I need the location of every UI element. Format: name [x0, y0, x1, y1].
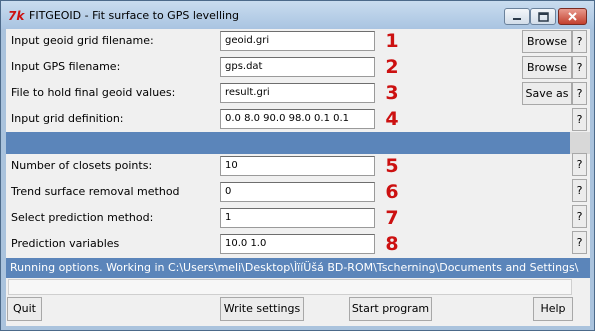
- grid-definition-input[interactable]: 0.0 8.0 90.0 98.0 0.1 0.1: [220, 109, 375, 129]
- help-closest-button[interactable]: ?: [572, 153, 587, 176]
- gps-file-input[interactable]: gps.dat: [220, 57, 375, 77]
- minimize-button[interactable]: [504, 8, 530, 25]
- marker-6: 6: [385, 181, 399, 203]
- grid-definition-label: Input grid definition:: [11, 112, 124, 125]
- geoid-grid-label: Input geoid grid filename:: [11, 34, 154, 47]
- close-icon: [568, 12, 577, 21]
- closest-points-input[interactable]: 10: [220, 156, 375, 176]
- marker-7: 7: [385, 207, 399, 229]
- write-settings-button[interactable]: Write settings: [220, 297, 304, 321]
- save-as-button[interactable]: Save as: [522, 82, 572, 105]
- marker-4: 4: [385, 108, 399, 130]
- form-area: Input geoid grid filename: geoid.gri 1 B…: [6, 29, 590, 326]
- minimize-icon: [513, 17, 521, 20]
- quit-button[interactable]: Quit: [7, 297, 42, 321]
- help-result-button[interactable]: ?: [572, 82, 587, 105]
- separator-scroll-stub: [570, 132, 590, 154]
- marker-1: 1: [385, 30, 399, 52]
- section-separator: [6, 132, 570, 154]
- close-button[interactable]: [558, 8, 587, 25]
- result-file-label: File to hold final geoid values:: [11, 86, 176, 99]
- browse-geoid-button[interactable]: Browse: [522, 30, 572, 53]
- progress-area: [8, 279, 572, 295]
- tk-app-icon: 7k: [8, 9, 25, 23]
- help-grid-button[interactable]: ?: [572, 108, 587, 131]
- marker-5: 5: [385, 155, 399, 177]
- status-bar: Running options. Working in C:\Users\mel…: [6, 258, 590, 278]
- closest-points-label: Number of closets points:: [11, 159, 153, 172]
- prediction-variables-label: Prediction variables: [11, 237, 120, 250]
- help-variables-button[interactable]: ?: [572, 231, 587, 254]
- maximize-icon: [537, 11, 549, 22]
- marker-8: 8: [385, 233, 399, 255]
- marker-3: 3: [385, 82, 399, 104]
- help-gps-button[interactable]: ?: [572, 56, 587, 79]
- geoid-grid-input[interactable]: geoid.gri: [220, 31, 375, 51]
- maximize-button[interactable]: [530, 8, 556, 25]
- help-button[interactable]: Help: [533, 297, 573, 321]
- help-geoid-button[interactable]: ?: [572, 30, 587, 53]
- trend-method-input[interactable]: 0: [220, 182, 375, 202]
- browse-gps-button[interactable]: Browse: [522, 56, 572, 79]
- help-prediction-method-button[interactable]: ?: [572, 205, 587, 228]
- help-trend-button[interactable]: ?: [572, 179, 587, 202]
- window-title: FITGEOID - Fit surface to GPS levelling: [29, 9, 240, 22]
- title-bar[interactable]: 7k FITGEOID - Fit surface to GPS levelli…: [1, 1, 594, 29]
- gps-file-label: Input GPS filename:: [11, 60, 121, 73]
- app-window: 7k FITGEOID - Fit surface to GPS levelli…: [0, 0, 595, 331]
- marker-2: 2: [385, 56, 399, 78]
- start-program-button[interactable]: Start program: [349, 297, 432, 321]
- prediction-method-input[interactable]: 1: [220, 208, 375, 228]
- trend-method-label: Trend surface removal method: [11, 185, 180, 198]
- prediction-variables-input[interactable]: 10.0 1.0: [220, 234, 375, 254]
- prediction-method-label: Select prediction method:: [11, 211, 154, 224]
- result-file-input[interactable]: result.gri: [220, 83, 375, 103]
